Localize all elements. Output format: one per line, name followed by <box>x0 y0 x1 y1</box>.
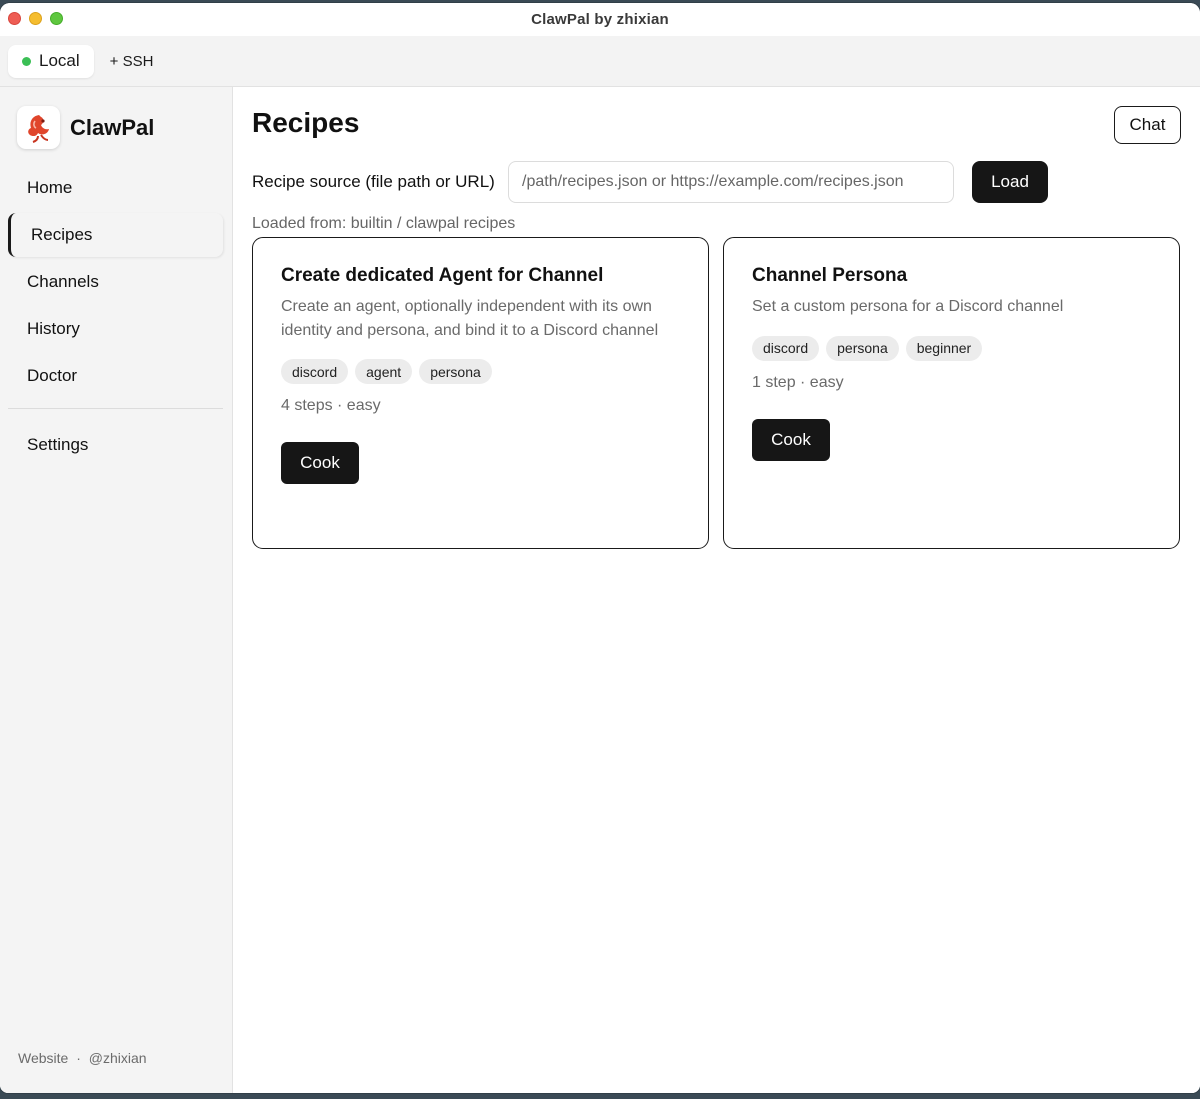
recipe-tags: discord agent persona <box>281 359 680 384</box>
chat-button[interactable]: Chat <box>1114 106 1181 144</box>
sidebar-item-settings[interactable]: Settings <box>8 423 223 467</box>
brand: ClawPal <box>17 106 154 149</box>
status-dot-icon <box>22 56 31 66</box>
footer-separator: · <box>76 1050 81 1066</box>
sidebar-divider <box>8 408 223 409</box>
minimize-window-button[interactable] <box>29 12 42 25</box>
main-content: Recipes Chat Recipe source (file path or… <box>233 87 1200 1093</box>
sidebar-item-recipes[interactable]: Recipes <box>8 213 223 257</box>
sidebar-item-doctor[interactable]: Doctor <box>8 354 223 398</box>
clawpal-logo-icon <box>17 106 60 149</box>
close-window-button[interactable] <box>8 12 21 25</box>
load-button[interactable]: Load <box>972 161 1048 203</box>
recipe-tag: discord <box>281 359 349 384</box>
website-link[interactable]: Website <box>18 1050 68 1066</box>
recipe-description: Set a custom persona for a Discord chann… <box>752 298 1064 315</box>
connection-label: Local <box>39 51 80 70</box>
recipe-source-input[interactable] <box>508 161 954 203</box>
recipe-card: Channel Persona Set a custom persona for… <box>723 237 1180 549</box>
recipe-source-label: Recipe source (file path or URL) <box>252 172 495 191</box>
connection-bar: Local + SSH <box>0 36 1200 87</box>
window-controls <box>8 12 63 25</box>
window-title: ClawPal by zhixian <box>531 11 669 28</box>
sidebar-item-home[interactable]: Home <box>8 166 223 210</box>
recipe-tag: agent <box>355 359 413 384</box>
add-ssh-button[interactable]: + SSH <box>104 53 160 70</box>
sidebar: ClawPal Home Recipes Channels History Do… <box>0 87 233 1093</box>
recipe-meta: 1 step · easy <box>752 373 844 391</box>
cook-button[interactable]: Cook <box>752 418 830 461</box>
recipe-tag: beginner <box>905 335 983 361</box>
loaded-from-text: Loaded from: builtin / clawpal recipes <box>252 215 516 232</box>
sidebar-item-channels[interactable]: Channels <box>8 260 223 304</box>
recipe-title: Channel Persona <box>752 265 908 286</box>
recipe-card: Create dedicated Agent for Channel Creat… <box>252 237 709 549</box>
recipe-description: Create an agent, optionally independent … <box>281 298 659 339</box>
recipe-title: Create dedicated Agent for Channel <box>281 265 604 286</box>
author-link[interactable]: @zhixian <box>89 1050 147 1066</box>
cook-button[interactable]: Cook <box>281 442 359 484</box>
page-title: Recipes <box>252 107 360 138</box>
recipe-meta: 4 steps · easy <box>281 397 381 414</box>
zoom-window-button[interactable] <box>50 12 63 25</box>
connection-tab-local[interactable]: Local <box>8 44 94 78</box>
recipe-tag: persona <box>826 335 899 361</box>
recipe-tag: persona <box>419 359 492 384</box>
sidebar-nav: Home Recipes Channels History Doctor Set… <box>8 166 223 470</box>
brand-name: ClawPal <box>70 114 155 140</box>
title-bar: ClawPal by zhixian <box>0 3 1200 36</box>
recipe-tag: discord <box>752 335 820 361</box>
sidebar-footer: Website · @zhixian <box>18 1050 151 1066</box>
sidebar-item-history[interactable]: History <box>8 307 223 351</box>
app-window: ClawPal by zhixian Local + SSH ClawPal H… <box>0 3 1200 1093</box>
recipe-tags: discord persona beginner <box>752 335 1151 361</box>
